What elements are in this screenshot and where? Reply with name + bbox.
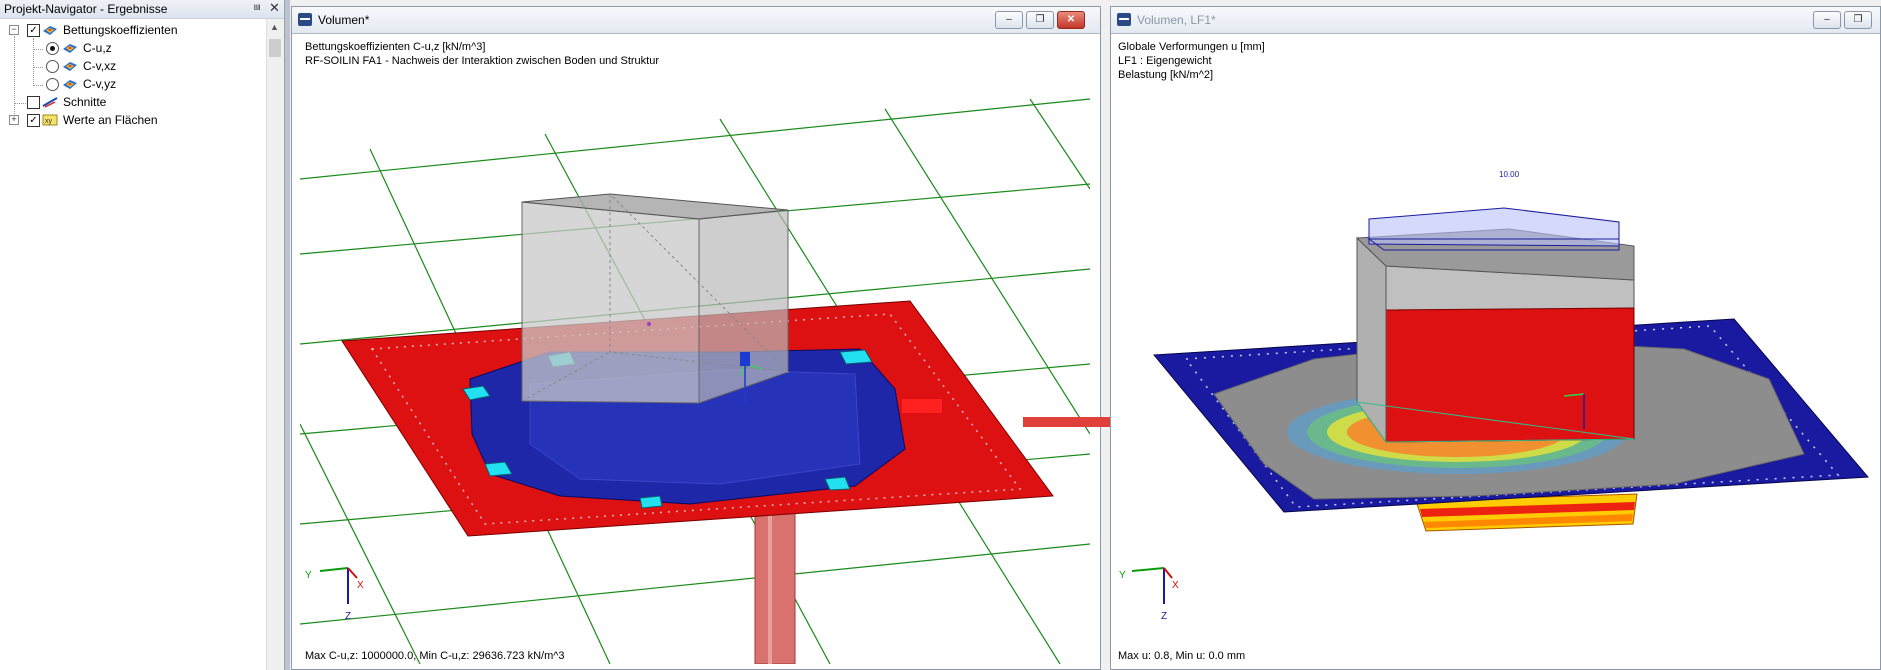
close-icon[interactable]: ✕ — [269, 0, 280, 16]
load-case-label: LF1 : Eigengewicht — [1118, 55, 1212, 67]
axis-x-label: X — [357, 580, 364, 591]
tree-item-label: Werte an Flächen — [63, 113, 158, 127]
navigator-scrollbar[interactable]: ▲ — [266, 19, 284, 670]
mdi-background — [285, 0, 290, 670]
tree-item-label: C-u,z — [83, 41, 112, 55]
minimize-button[interactable]: – — [995, 11, 1023, 29]
checkbox-icon[interactable] — [27, 96, 40, 109]
close-icon: ✕ — [1066, 14, 1076, 25]
radio-icon[interactable] — [46, 78, 59, 91]
restore-button[interactable]: ❐ — [1026, 11, 1054, 29]
radio-selected-icon[interactable] — [46, 42, 59, 55]
global-axis-icon — [319, 567, 358, 604]
window-title: Volumen, LF1* — [1137, 13, 1216, 27]
collapse-icon[interactable]: − — [9, 25, 19, 35]
result-extremes: Max C-u,z: 1000000.0, Min C-u,z: 29636.7… — [305, 650, 565, 662]
result-type-label: Globale Verformungen u [mm] — [1118, 41, 1265, 53]
restore-icon: ❐ — [1853, 14, 1863, 25]
axis-z-label: Z — [345, 611, 351, 622]
minimize-icon: – — [1824, 14, 1830, 25]
section-icon — [42, 97, 58, 108]
app-icon — [1117, 13, 1131, 26]
project-navigator-panel: Projekt-Navigator - Ergebnisse ⩏ ✕ − ✓ B… — [0, 0, 285, 670]
pin-icon[interactable]: ⩏ — [254, 1, 260, 14]
tree-item-c-vyz[interactable]: C-v,yz — [0, 75, 260, 93]
close-button[interactable]: ✕ — [1057, 11, 1085, 29]
values-icon: xy — [42, 114, 58, 126]
scroll-up-icon[interactable]: ▲ — [270, 22, 279, 32]
surface-result-icon — [63, 62, 77, 71]
result-info: Bettungskoeffizienten C-u,z [kN/m^3] RF-… — [305, 40, 659, 68]
tree-item-c-vxz[interactable]: C-v,xz — [0, 57, 260, 75]
model-viewport[interactable]: Y X Z — [300, 34, 1090, 664]
surface-load — [1368, 207, 1620, 247]
app-icon — [298, 13, 312, 26]
window-title: Volumen* — [318, 13, 370, 27]
tree-item-label: C-v,xz — [83, 59, 117, 73]
window-title-bar[interactable]: Volumen* – ❐ ✕ — [292, 7, 1100, 34]
navigator-title-bar: Projekt-Navigator - Ergebnisse ⩏ ✕ — [0, 0, 284, 19]
axis-z-label: Z — [1161, 611, 1167, 622]
global-axis-icon — [1131, 567, 1173, 604]
surface-result-icon — [63, 44, 77, 53]
radio-icon[interactable] — [46, 60, 59, 73]
minimize-icon: – — [1006, 14, 1012, 25]
result-type-label: Bettungskoeffizienten C-u,z [kN/m^3] — [305, 41, 486, 53]
tree-item-label: C-v,yz — [83, 77, 117, 91]
cube-center-point — [647, 322, 651, 326]
navigator-title: Projekt-Navigator - Ergebnisse — [4, 2, 168, 16]
tree-item-label: Bettungskoeffizienten — [63, 23, 178, 37]
window-volumen: Volumen* – ❐ ✕ Y X Z Bettungskoeffizient… — [291, 6, 1101, 670]
axis-y-label: Y — [1119, 570, 1126, 581]
tree-item-bettungskoeffizienten[interactable]: − ✓ Bettungskoeffizienten — [0, 21, 260, 39]
restore-icon: ❐ — [1035, 14, 1045, 25]
axis-x-label: X — [1172, 580, 1179, 591]
expand-icon[interactable]: + — [9, 115, 19, 125]
load-unit-label: Belastung [kN/m^2] — [1118, 69, 1214, 81]
scrollbar-thumb[interactable] — [269, 39, 281, 57]
checkbox-checked-icon[interactable]: ✓ — [27, 24, 40, 37]
window-title-bar[interactable]: Volumen, LF1* – ❐ — [1111, 7, 1880, 34]
bedding-icon — [43, 26, 57, 35]
tree-item-c-uz[interactable]: C-u,z — [0, 39, 260, 57]
block-red-face — [1385, 307, 1635, 443]
pile — [754, 503, 796, 664]
result-info: Globale Verformungen u [mm] LF1 : Eigeng… — [1118, 40, 1265, 82]
window-volumen-lf1: Volumen, LF1* – ❐ 10.00 Y X Z Globale Ve… — [1110, 6, 1881, 670]
surface-result-icon — [63, 80, 77, 89]
axis-y-label: Y — [305, 570, 312, 581]
result-extremes: Max u: 0.8, Min u: 0.0 mm — [1118, 650, 1246, 662]
tree-item-werte-an-flaechen[interactable]: + ✓ xy Werte an Flächen — [0, 111, 260, 129]
local-axis-marker — [740, 352, 750, 366]
checkbox-checked-icon[interactable]: ✓ — [27, 114, 40, 127]
minimize-button[interactable]: – — [1813, 11, 1841, 29]
red-patch — [902, 399, 942, 413]
tree-item-schnitte[interactable]: Schnitte — [0, 93, 260, 111]
module-label: RF-SOILIN FA1 - Nachweis der Interaktion… — [305, 55, 659, 67]
tree-item-label: Schnitte — [63, 95, 107, 109]
restore-button[interactable]: ❐ — [1844, 11, 1872, 29]
model-viewport[interactable]: 10.00 Y X Z — [1114, 34, 1878, 664]
load-value-label: 10.00 — [1499, 170, 1520, 179]
cube-side-face — [698, 209, 789, 404]
svg-text:xy: xy — [45, 118, 53, 125]
